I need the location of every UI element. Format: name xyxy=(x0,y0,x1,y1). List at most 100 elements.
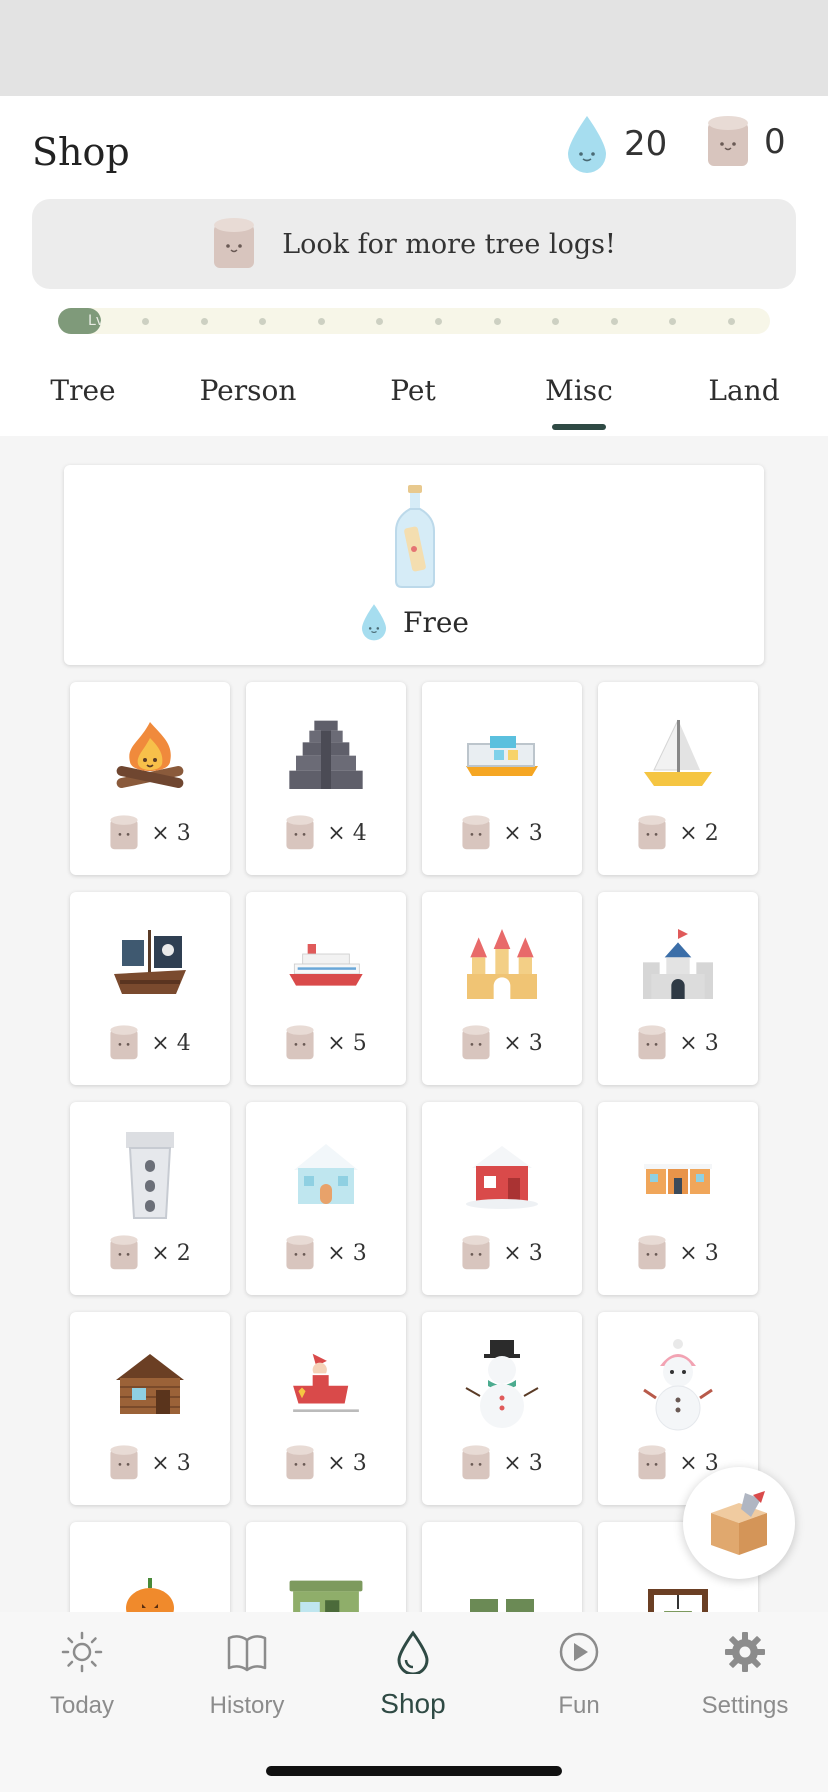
item-cost: × 3 xyxy=(679,1030,719,1056)
item-card-house-boat[interactable]: × 3 xyxy=(422,682,582,875)
tree-log-icon xyxy=(286,815,314,850)
gift-box-button[interactable] xyxy=(683,1467,795,1579)
featured-price-label: Free xyxy=(403,605,469,639)
level-marker xyxy=(611,318,618,325)
item-card-pirate-ship[interactable]: × 4 xyxy=(70,892,230,1085)
tree-log-icon xyxy=(286,1025,314,1060)
log-balance[interactable]: 0 xyxy=(706,114,786,170)
banner-text: Look for more tree logs! xyxy=(282,228,616,260)
cruise-ship-icon xyxy=(289,944,363,986)
tab-land[interactable]: Land xyxy=(708,374,779,407)
sailboat-icon xyxy=(644,719,712,786)
nav-today[interactable]: Today xyxy=(17,1630,147,1720)
level-marker xyxy=(435,318,442,325)
campfire-icon xyxy=(116,722,184,789)
item-card-campfire[interactable]: × 3 xyxy=(70,682,230,875)
nav-shop[interactable]: Shop xyxy=(348,1630,478,1720)
nav-label: History xyxy=(209,1692,285,1719)
water-balance[interactable]: 20 xyxy=(564,114,667,174)
play-icon xyxy=(559,1632,599,1672)
camper-van-icon xyxy=(289,1580,363,1612)
item-card-tower[interactable]: × 2 xyxy=(70,1102,230,1295)
item-card-santa-sleigh[interactable]: × 3 xyxy=(246,1312,406,1505)
message-bottle-icon xyxy=(395,485,435,588)
level-marker xyxy=(259,318,266,325)
level-marker xyxy=(142,318,149,325)
house-boat-icon xyxy=(466,736,538,776)
log-count: 0 xyxy=(764,122,786,162)
level-marker xyxy=(552,318,559,325)
featured-price: Free xyxy=(64,603,764,641)
camp-chairs-icon xyxy=(470,1599,534,1612)
pirate-ship-icon xyxy=(114,930,186,994)
gift-box-icon xyxy=(711,1491,767,1555)
item-cost: × 3 xyxy=(151,820,191,846)
level-marker xyxy=(669,318,676,325)
item-card-sailboat[interactable]: × 2 xyxy=(598,682,758,875)
item-cost: × 3 xyxy=(503,820,543,846)
water-drop-icon xyxy=(361,604,387,641)
featured-item-card[interactable]: Free xyxy=(64,465,764,665)
item-cost: × 3 xyxy=(151,1450,191,1476)
tree-log-icon xyxy=(638,815,666,850)
item-card-cruise-ship[interactable]: × 5 xyxy=(246,892,406,1085)
pumpkin-icon xyxy=(126,1578,174,1612)
tree-log-icon xyxy=(462,1235,490,1270)
item-card-camper-van[interactable] xyxy=(246,1522,406,1612)
tab-misc[interactable]: Misc xyxy=(545,374,613,407)
item-card-snowman[interactable]: × 3 xyxy=(422,1312,582,1505)
item-card-pumpkin[interactable] xyxy=(70,1522,230,1612)
tree-log-icon xyxy=(638,1025,666,1060)
tree-log-icon xyxy=(708,116,748,166)
item-card-snowy-red-house[interactable]: × 3 xyxy=(422,1102,582,1295)
snowy-village-icon xyxy=(644,1164,712,1194)
item-cost: × 5 xyxy=(327,1030,367,1056)
sun-icon xyxy=(61,1631,103,1673)
santa-sleigh-icon xyxy=(293,1353,359,1412)
home-indicator[interactable] xyxy=(266,1766,562,1776)
shop-content: Free × 3 × 4 × 3 × 2 × 4 × 5 × 3 × 3 × 2… xyxy=(0,436,828,1612)
ice-house-icon xyxy=(294,1144,358,1204)
item-cost: × 3 xyxy=(679,1450,719,1476)
level-marker xyxy=(494,318,501,325)
tree-log-icon xyxy=(110,1445,138,1480)
item-card-ice-house[interactable]: × 3 xyxy=(246,1102,406,1295)
nav-settings[interactable]: Settings xyxy=(680,1630,810,1720)
tree-log-icon xyxy=(638,1445,666,1480)
tab-person[interactable]: Person xyxy=(200,374,297,407)
level-marker xyxy=(201,318,208,325)
item-cost: × 3 xyxy=(503,1030,543,1056)
item-card-sand-castle[interactable]: × 3 xyxy=(422,892,582,1085)
snowy-red-house-icon xyxy=(466,1146,538,1209)
item-card-log-cabin[interactable]: × 3 xyxy=(70,1312,230,1505)
nav-history[interactable]: History xyxy=(182,1630,312,1720)
nav-label: Settings xyxy=(701,1692,789,1719)
item-cost: × 3 xyxy=(327,1450,367,1476)
item-card-camp-chairs[interactable] xyxy=(422,1522,582,1612)
app-screen: Shop 20 0 Look for more tree logs! Lv Tr… xyxy=(0,0,828,1792)
item-card-snowy-village[interactable]: × 3 xyxy=(598,1102,758,1295)
category-tabs: Tree Person Pet Misc Land xyxy=(0,366,828,436)
nav-label: Fun xyxy=(558,1692,600,1719)
tree-log-icon xyxy=(462,815,490,850)
pink-snowman-icon xyxy=(643,1339,713,1431)
tower-icon xyxy=(126,1132,174,1219)
shop-header: Shop 20 0 Look for more tree logs! Lv Tr… xyxy=(0,96,828,436)
gear-icon xyxy=(725,1632,765,1672)
level-marker xyxy=(376,318,383,325)
nav-label: Today xyxy=(49,1692,115,1719)
log-hint-banner[interactable]: Look for more tree logs! xyxy=(32,199,796,289)
tree-log-icon xyxy=(110,1025,138,1060)
tree-log-icon xyxy=(286,1445,314,1480)
level-marker xyxy=(318,318,325,325)
water-drop-icon xyxy=(568,116,606,173)
level-progress-bar: Lv xyxy=(58,308,770,334)
item-card-stone-castle[interactable]: × 3 xyxy=(598,892,758,1085)
tab-tree[interactable]: Tree xyxy=(50,374,115,407)
stone-castle-icon xyxy=(643,929,713,999)
nav-fun[interactable]: Fun xyxy=(514,1630,644,1720)
item-cost: × 3 xyxy=(503,1450,543,1476)
drop-icon xyxy=(397,1630,429,1676)
tab-pet[interactable]: Pet xyxy=(390,374,435,407)
item-card-pyramid[interactable]: × 4 xyxy=(246,682,406,875)
